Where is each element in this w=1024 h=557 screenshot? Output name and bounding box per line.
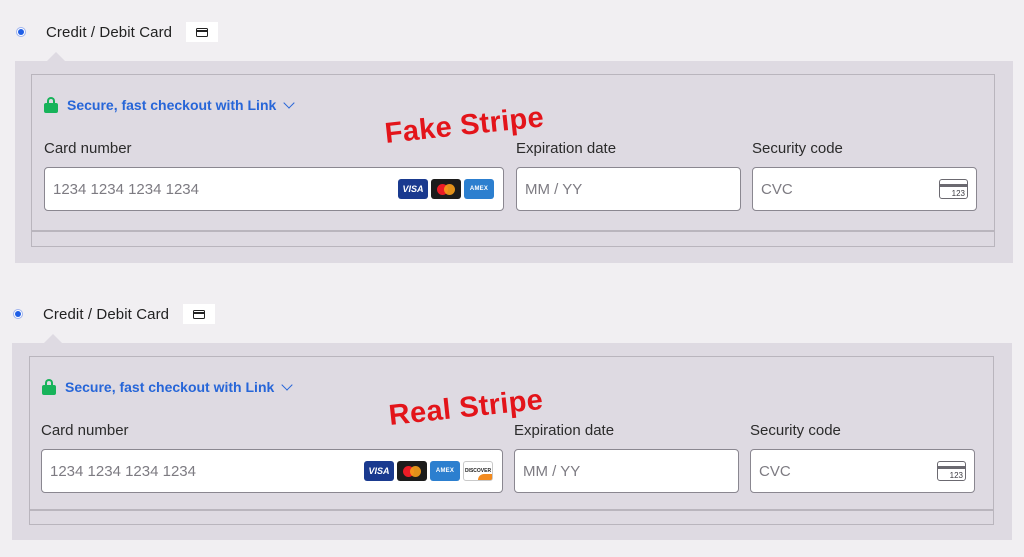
chevron-down-icon	[281, 378, 293, 391]
card-form-panel: Secure, fast checkout with Link Card num…	[12, 343, 1012, 540]
credit-card-icon	[183, 304, 216, 324]
lock-icon	[44, 97, 58, 113]
card-number-label: Card number	[44, 140, 132, 157]
card-form-frame: Secure, fast checkout with Link Card num…	[31, 74, 995, 231]
security-code-placeholder: CVC	[761, 180, 793, 198]
card-number-placeholder: 1234 1234 1234 1234	[53, 180, 199, 198]
chevron-down-icon	[283, 96, 295, 109]
payment-option-radio[interactable]	[16, 27, 26, 37]
discover-logo: DISCOVER	[463, 461, 493, 481]
card-form-frame: Secure, fast checkout with Link Card num…	[29, 356, 994, 510]
card-form-footer-bar	[29, 510, 994, 525]
payment-section-fake: Credit / Debit Card Secure, fast checkou…	[0, 0, 1024, 280]
mastercard-logo	[431, 179, 461, 199]
mastercard-logo	[397, 461, 427, 481]
cvc-card-icon: 123	[939, 179, 968, 199]
visa-logo: VISA	[398, 179, 428, 199]
panel-caret	[44, 334, 62, 343]
security-code-label: Security code	[750, 422, 841, 439]
security-code-placeholder: CVC	[759, 462, 791, 480]
security-code-label: Security code	[752, 140, 843, 157]
card-number-label: Card number	[41, 422, 129, 439]
expiration-label: Expiration date	[514, 422, 615, 439]
card-brands: VISA AMEX DISCOVER	[364, 461, 493, 481]
card-brands: VISA AMEX	[398, 179, 494, 199]
payment-option-row[interactable]: Credit / Debit Card	[16, 19, 219, 45]
card-number-input[interactable]: 1234 1234 1234 1234 VISA AMEX	[44, 167, 504, 211]
expiration-input[interactable]: MM / YY	[514, 449, 739, 493]
amex-logo: AMEX	[464, 179, 494, 199]
panel-caret	[47, 52, 65, 61]
amex-logo: AMEX	[430, 461, 460, 481]
expiration-label: Expiration date	[516, 140, 617, 157]
security-code-input[interactable]: CVC 123	[752, 167, 977, 211]
card-form-panel: Secure, fast checkout with Link Card num…	[15, 61, 1013, 263]
payment-option-row[interactable]: Credit / Debit Card	[13, 301, 216, 327]
cvc-icon-text: 123	[948, 471, 964, 480]
credit-card-icon	[186, 22, 219, 42]
cvc-card-icon: 123	[937, 461, 966, 481]
card-number-placeholder: 1234 1234 1234 1234	[50, 462, 196, 480]
link-checkout-button[interactable]: Secure, fast checkout with Link	[44, 96, 295, 113]
payment-option-label: Credit / Debit Card	[43, 305, 170, 323]
card-number-input[interactable]: 1234 1234 1234 1234 VISA AMEX DISCOVER	[41, 449, 503, 493]
link-checkout-text: Secure, fast checkout with Link	[65, 379, 275, 395]
link-checkout-text: Secure, fast checkout with Link	[67, 97, 277, 113]
card-form-footer-bar	[31, 231, 995, 247]
cvc-icon-text: 123	[950, 189, 966, 198]
expiration-placeholder: MM / YY	[523, 462, 581, 480]
expiration-placeholder: MM / YY	[525, 180, 583, 198]
expiration-input[interactable]: MM / YY	[516, 167, 741, 211]
payment-option-label: Credit / Debit Card	[46, 23, 173, 41]
link-checkout-button[interactable]: Secure, fast checkout with Link	[42, 378, 293, 395]
payment-option-radio[interactable]	[13, 309, 23, 319]
payment-section-real: Credit / Debit Card Secure, fast checkou…	[0, 282, 1024, 557]
visa-logo: VISA	[364, 461, 394, 481]
lock-icon	[42, 379, 56, 395]
security-code-input[interactable]: CVC 123	[750, 449, 975, 493]
